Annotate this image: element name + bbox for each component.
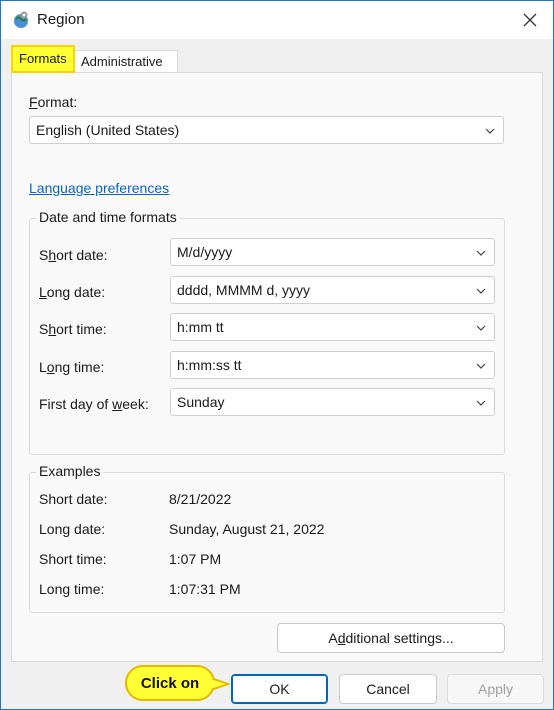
- chevron-down-icon: [485, 128, 495, 134]
- ok-button[interactable]: OK: [231, 674, 328, 704]
- short-time-label: Short time:: [39, 321, 107, 337]
- examples-title: Examples: [36, 463, 104, 479]
- additional-settings-label: Additional settings...: [328, 630, 454, 646]
- short-date-label: Short date:: [39, 247, 108, 263]
- chevron-down-icon: [476, 288, 486, 294]
- date-time-formats-title: Date and time formats: [36, 209, 180, 225]
- title-bar: Region: [1, 1, 553, 39]
- first-day-of-week-value: Sunday: [177, 394, 225, 410]
- chevron-down-icon: [476, 363, 486, 369]
- example-long-date-label: Long date:: [39, 521, 106, 537]
- region-dialog: Region Formats Administrative Format: En…: [0, 0, 554, 710]
- close-button[interactable]: [507, 1, 553, 39]
- additional-settings-button[interactable]: Additional settings...: [277, 623, 505, 653]
- callout-pointer-fill: [210, 679, 226, 689]
- language-preferences-link[interactable]: Language preferences: [29, 180, 169, 196]
- long-time-label: Long time:: [39, 359, 105, 375]
- examples-group: Examples Short date: 8/21/2022 Long date…: [29, 463, 505, 613]
- formats-panel: Format: English (United States) Language…: [11, 72, 543, 662]
- example-short-time-value: 1:07 PM: [169, 551, 222, 567]
- chevron-down-icon: [476, 325, 486, 331]
- region-globe-icon: [14, 11, 28, 28]
- short-time-select[interactable]: h:mm tt: [170, 313, 495, 341]
- close-icon: [523, 13, 537, 27]
- long-date-select[interactable]: dddd, MMMM d, yyyy: [170, 276, 495, 304]
- chevron-down-icon: [476, 250, 486, 256]
- cancel-button[interactable]: Cancel: [339, 674, 437, 704]
- short-time-value: h:mm tt: [177, 319, 224, 335]
- click-on-callout: Click on: [125, 665, 215, 701]
- short-date-select[interactable]: M/d/yyyy: [170, 238, 495, 266]
- tab-administrative[interactable]: Administrative: [74, 50, 178, 73]
- example-short-time-label: Short time:: [39, 551, 107, 567]
- tab-formats[interactable]: Formats: [11, 45, 75, 73]
- example-long-time-value: 1:07:31 PM: [169, 581, 241, 597]
- chevron-down-icon: [476, 400, 486, 406]
- format-select[interactable]: English (United States): [29, 116, 504, 144]
- example-long-date-value: Sunday, August 21, 2022: [169, 521, 325, 537]
- window-title: Region: [37, 11, 85, 28]
- long-time-value: h:mm:ss tt: [177, 357, 242, 373]
- short-date-value: M/d/yyyy: [177, 244, 233, 260]
- long-date-value: dddd, MMMM d, yyyy: [177, 282, 311, 298]
- apply-button[interactable]: Apply: [447, 674, 544, 704]
- example-short-date-label: Short date:: [39, 491, 108, 507]
- long-time-select[interactable]: h:mm:ss tt: [170, 351, 495, 379]
- format-label: Format:: [29, 94, 78, 110]
- format-value: English (United States): [36, 122, 180, 138]
- long-date-label: Long date:: [39, 284, 106, 300]
- example-long-time-label: Long time:: [39, 581, 105, 597]
- date-time-formats-group: Date and time formats Short date: M/d/yy…: [29, 209, 505, 455]
- first-day-of-week-select[interactable]: Sunday: [170, 388, 495, 416]
- example-short-date-value: 8/21/2022: [169, 491, 232, 507]
- first-day-of-week-label: First day of week:: [39, 396, 149, 412]
